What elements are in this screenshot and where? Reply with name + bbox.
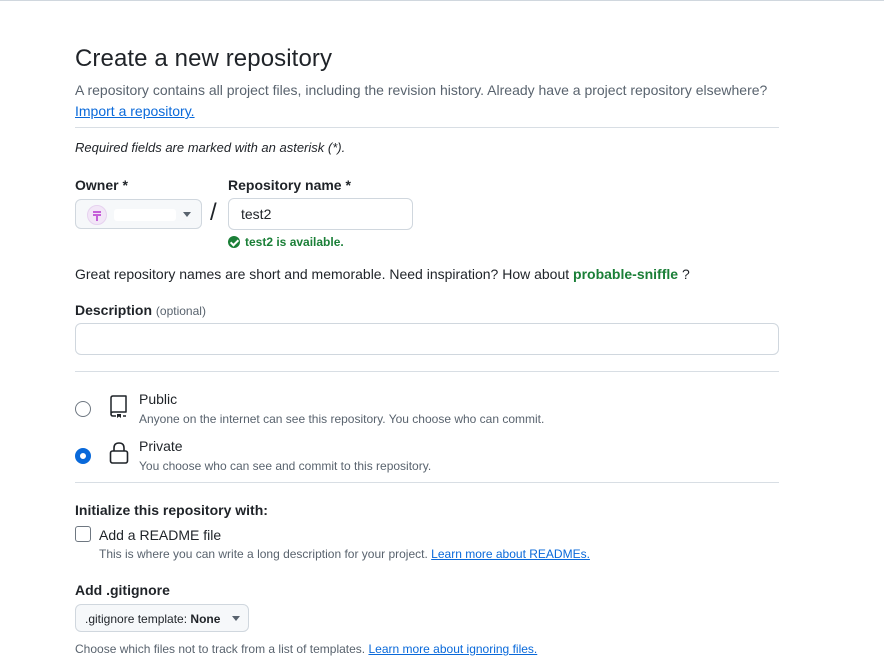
inspiration-suffix: ?	[681, 266, 690, 282]
learn-more-readmes-link[interactable]: Learn more about READMEs.	[431, 547, 590, 561]
owner-label: Owner *	[75, 177, 128, 193]
availability-text: test2 is available.	[245, 235, 344, 249]
private-title: Private	[139, 438, 183, 454]
lock-icon	[109, 442, 129, 464]
private-description: You choose who can see and commit to thi…	[139, 459, 432, 473]
gitignore-heading: Add .gitignore	[75, 582, 170, 598]
description-label-text: Description	[75, 302, 153, 318]
chevron-down-icon	[232, 616, 240, 621]
import-repository-link[interactable]: Import a repository.	[75, 103, 195, 119]
owner-repo-separator: /	[210, 199, 217, 226]
divider	[75, 371, 779, 372]
repository-name-input[interactable]	[228, 198, 413, 230]
gitignore-select-text: .gitignore template: None	[85, 612, 220, 626]
repository-name-label: Repository name *	[228, 177, 351, 193]
gitignore-template-dropdown[interactable]: .gitignore template: None	[75, 604, 249, 632]
avatar-glyph-stem	[96, 216, 98, 221]
divider	[75, 127, 779, 128]
divider	[75, 482, 779, 483]
readme-checkbox[interactable]	[75, 526, 91, 542]
inspiration-text: Great repository names are short and mem…	[75, 266, 570, 282]
public-radio[interactable]	[75, 401, 91, 417]
availability-message: test2 is available.	[228, 235, 344, 249]
description-label: Description (optional)	[75, 302, 206, 318]
owner-avatar	[87, 205, 107, 225]
check-circle-icon	[228, 236, 240, 248]
name-inspiration: Great repository names are short and mem…	[75, 266, 690, 282]
chevron-down-icon	[183, 212, 191, 217]
readme-note: This is where you can write a long descr…	[99, 547, 590, 561]
suggested-name-link[interactable]: probable-sniffle	[573, 266, 678, 282]
description-optional-tag: (optional)	[155, 304, 206, 318]
gitignore-select-value: None	[190, 612, 221, 626]
top-border	[0, 0, 884, 1]
owner-dropdown[interactable]	[75, 199, 202, 229]
gitignore-note: Choose which files not to track from a l…	[75, 642, 537, 656]
public-title: Public	[139, 391, 178, 407]
learn-more-ignoring-files-link[interactable]: Learn more about ignoring files.	[368, 642, 537, 656]
description-input[interactable]	[75, 323, 779, 355]
repo-book-icon	[110, 395, 127, 418]
readme-label[interactable]: Add a README file	[99, 527, 221, 543]
gitignore-note-text: Choose which files not to track from a l…	[75, 642, 366, 656]
readme-note-text: This is where you can write a long descr…	[99, 547, 428, 561]
avatar-glyph-bar-top	[93, 211, 101, 213]
page-title: Create a new repository	[75, 45, 333, 72]
initialize-heading: Initialize this repository with:	[75, 502, 268, 518]
page-subtitle: A repository contains all project files,…	[75, 80, 779, 122]
private-radio[interactable]	[75, 448, 91, 464]
owner-name-redacted	[114, 209, 176, 221]
subtitle-text: A repository contains all project files,…	[75, 82, 768, 98]
required-fields-note: Required fields are marked with an aster…	[75, 140, 346, 155]
gitignore-select-prefix: .gitignore template:	[85, 612, 188, 626]
public-description: Anyone on the internet can see this repo…	[139, 412, 545, 426]
